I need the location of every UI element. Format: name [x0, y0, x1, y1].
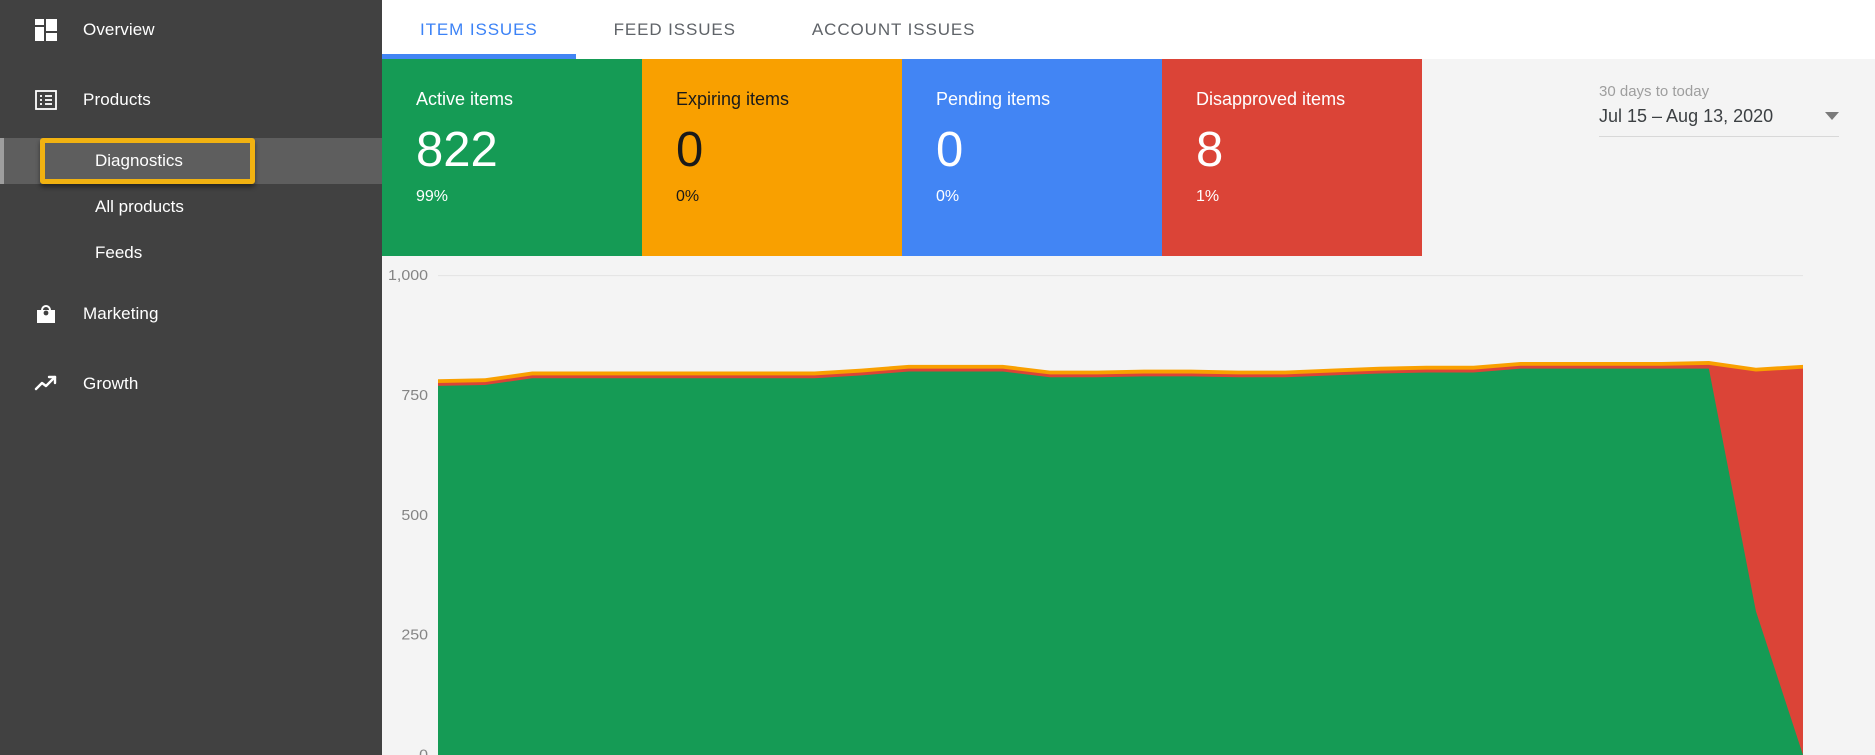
- card-title: Disapproved items: [1196, 89, 1422, 111]
- chart-y-tick-label: 750: [401, 388, 428, 404]
- chart-y-tick-label: 0: [419, 747, 428, 755]
- card-percent: 0%: [936, 188, 1162, 206]
- diagnostics-page: Overview Products Diagnostics: [0, 0, 1875, 755]
- sidebar-item-label: Growth: [83, 374, 138, 394]
- card-pending-items[interactable]: Pending items 0 0%: [902, 59, 1162, 256]
- marketing-bag-icon: [31, 299, 61, 329]
- sidebar: Overview Products Diagnostics: [0, 0, 382, 755]
- date-range-value: Jul 15 – Aug 13, 2020: [1599, 106, 1773, 127]
- chart-y-tick-label: 1,000: [388, 268, 428, 284]
- card-value: 822: [416, 125, 642, 176]
- dashboard-icon: [31, 15, 61, 45]
- chart-y-tick-label: 500: [401, 508, 428, 524]
- main-content: Item issues Feed issues Account issues A…: [382, 0, 1875, 755]
- sidebar-item-label: All products: [95, 197, 184, 217]
- card-expiring-items[interactable]: Expiring items 0 0%: [642, 59, 902, 256]
- card-percent: 1%: [1196, 188, 1422, 206]
- tab-feed-issues[interactable]: Feed issues: [576, 0, 774, 59]
- sidebar-item-overview[interactable]: Overview: [0, 6, 382, 54]
- date-range-preset: 30 days to today: [1599, 81, 1839, 104]
- card-disapproved-items[interactable]: Disapproved items 8 1%: [1162, 59, 1422, 256]
- card-title: Pending items: [936, 89, 1162, 111]
- date-range-picker[interactable]: 30 days to today Jul 15 – Aug 13, 2020: [1599, 81, 1839, 137]
- card-value: 0: [936, 125, 1162, 176]
- card-percent: 99%: [416, 188, 642, 206]
- card-title: Expiring items: [676, 89, 902, 111]
- tab-item-issues[interactable]: Item issues: [382, 0, 576, 59]
- sidebar-item-label: Products: [83, 90, 151, 110]
- tab-account-issues[interactable]: Account issues: [774, 0, 1013, 59]
- card-percent: 0%: [676, 188, 902, 206]
- sidebar-item-label: Overview: [83, 20, 155, 40]
- sidebar-item-products[interactable]: Products: [0, 76, 382, 124]
- sidebar-item-label: Feeds: [95, 243, 142, 263]
- sidebar-item-marketing[interactable]: Marketing: [0, 290, 382, 338]
- sidebar-item-growth[interactable]: Growth: [0, 360, 382, 408]
- chart-y-tick-label: 250: [401, 627, 428, 643]
- sidebar-item-feeds[interactable]: Feeds: [0, 230, 382, 276]
- growth-trend-icon: [31, 369, 61, 399]
- card-title: Active items: [416, 89, 642, 111]
- sidebar-item-all-products[interactable]: All products: [0, 184, 382, 230]
- tab-bar: Item issues Feed issues Account issues: [382, 0, 1875, 59]
- summary-cards: Active items 822 99% Expiring items 0 0%…: [382, 59, 1422, 256]
- chart-axis-layer: 0 250 500 750 1,000: [382, 256, 1875, 755]
- sidebar-item-diagnostics[interactable]: Diagnostics: [0, 138, 382, 184]
- card-active-items[interactable]: Active items 822 99%: [382, 59, 642, 256]
- card-value: 0: [676, 125, 902, 176]
- products-list-icon: [31, 85, 61, 115]
- issues-area-chart: 0 250 500 750 1,000: [382, 256, 1875, 755]
- content-area: Active items 822 99% Expiring items 0 0%…: [382, 59, 1875, 755]
- chevron-down-icon[interactable]: [1825, 112, 1839, 120]
- sidebar-item-label: Diagnostics: [95, 151, 183, 171]
- sidebar-item-label: Marketing: [83, 304, 159, 324]
- card-value: 8: [1196, 125, 1422, 176]
- chart-y-axis-labels: 0 250 500 750 1,000: [388, 268, 428, 755]
